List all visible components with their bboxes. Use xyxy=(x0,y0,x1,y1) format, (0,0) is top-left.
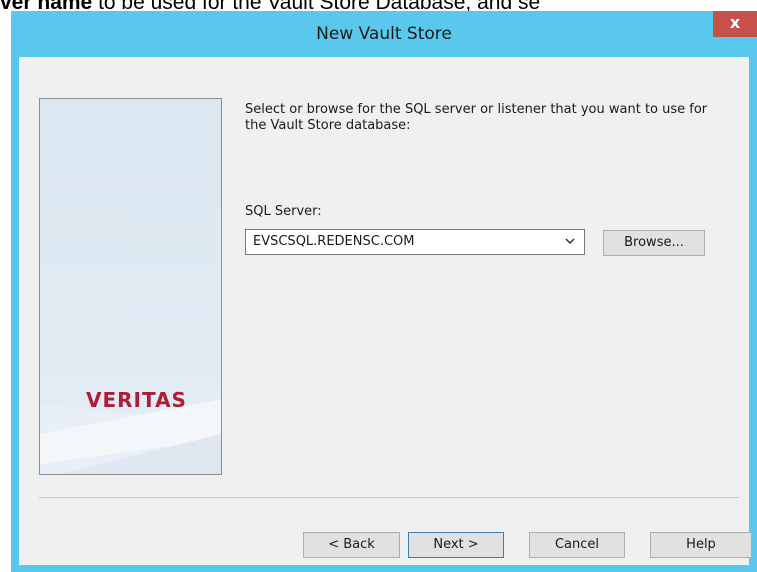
window-title: New Vault Store xyxy=(316,24,452,44)
chevron-down-icon[interactable] xyxy=(560,230,580,254)
close-button[interactable]: x xyxy=(713,11,757,37)
title-bar[interactable]: New Vault Store x xyxy=(11,11,757,57)
side-banner: VERITAS xyxy=(39,98,222,475)
sql-server-label: SQL Server: xyxy=(245,204,322,219)
sql-server-combobox[interactable]: EVSCSQL.REDENSC.COM xyxy=(245,229,585,255)
next-button[interactable]: Next > xyxy=(408,532,504,558)
help-button[interactable]: Help xyxy=(650,532,752,558)
cancel-button[interactable]: Cancel xyxy=(529,532,625,558)
close-icon: x xyxy=(729,13,741,32)
footer-divider xyxy=(39,497,739,498)
banner-wave-graphic xyxy=(40,399,221,474)
dialog-body: VERITAS Select or browse for the SQL ser… xyxy=(19,57,752,565)
sql-server-value: EVSCSQL.REDENSC.COM xyxy=(253,234,415,249)
instructions-text: Select or browse for the SQL server or l… xyxy=(245,102,708,133)
back-button[interactable]: < Back xyxy=(303,532,400,558)
browse-button[interactable]: Browse... xyxy=(603,230,705,256)
dialog-window: New Vault Store x VERITAS Select or brow… xyxy=(11,11,757,572)
